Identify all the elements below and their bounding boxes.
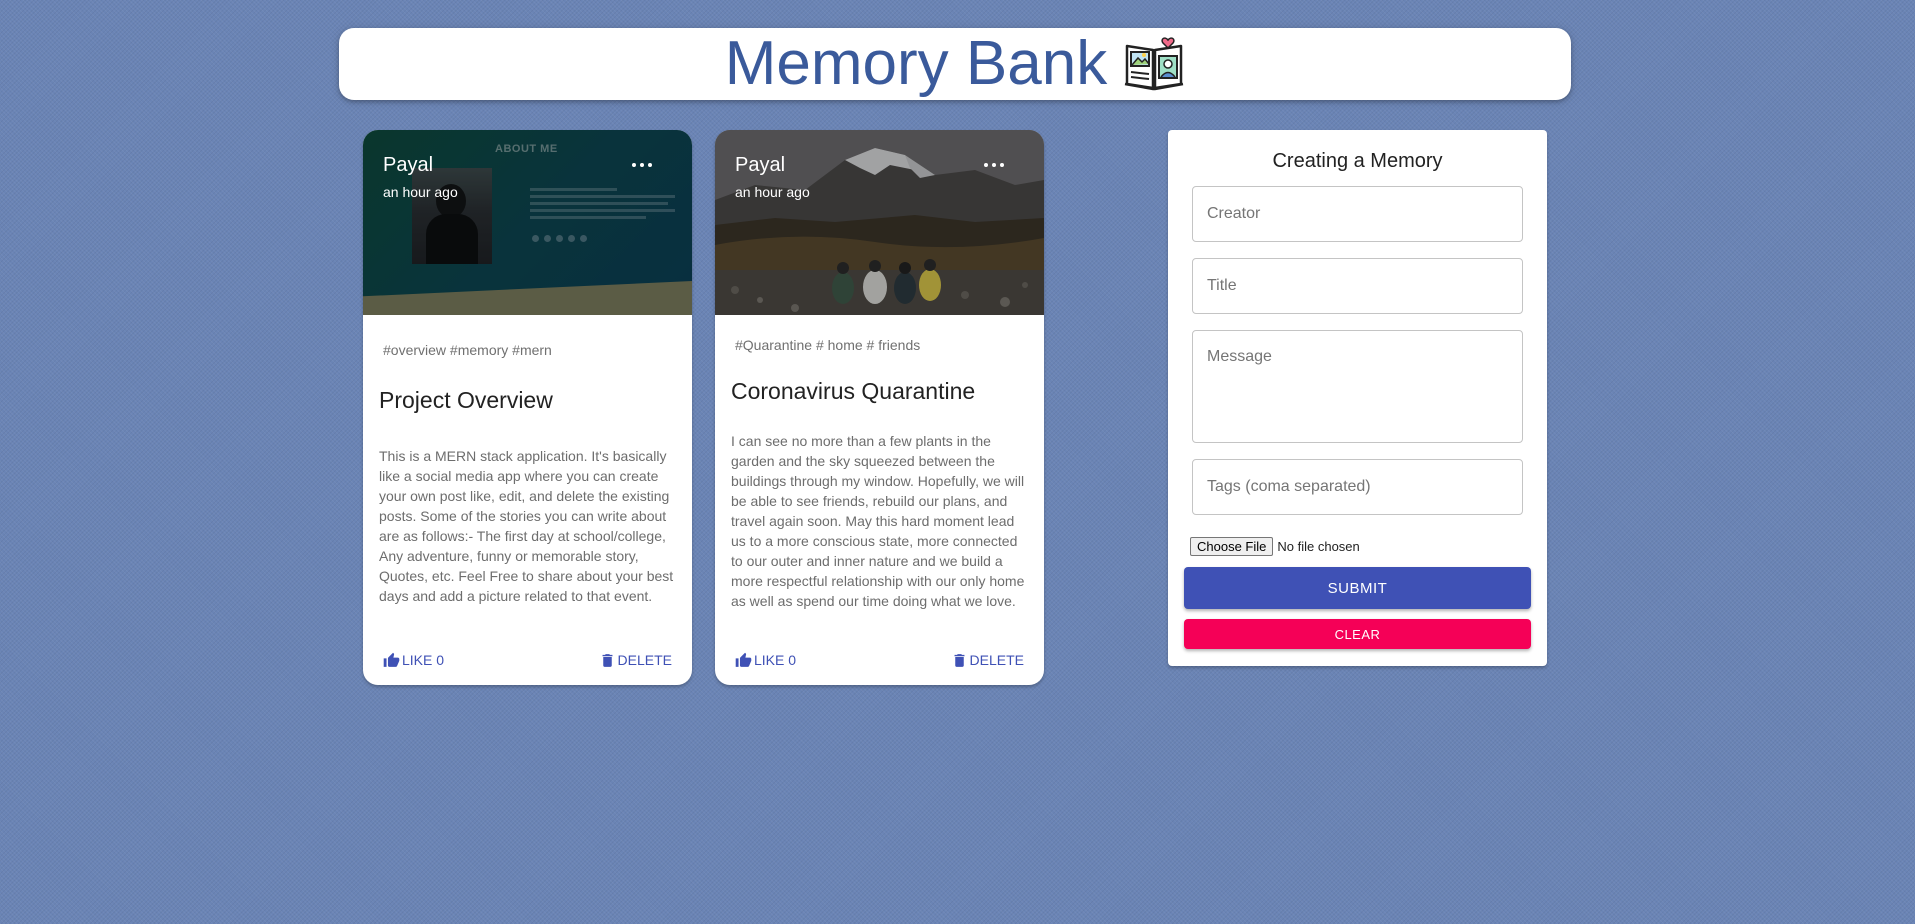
like-button[interactable]: LIKE 0 — [735, 652, 796, 669]
form-heading: Creating a Memory — [1272, 150, 1443, 172]
message-input[interactable] — [1192, 330, 1523, 443]
creator-input[interactable] — [1192, 186, 1523, 242]
delete-button[interactable]: DELETE — [599, 652, 672, 669]
tags-input[interactable] — [1192, 459, 1523, 515]
file-picker: Choose File No file chosen — [1190, 537, 1360, 556]
submit-button[interactable]: SUBMIT — [1184, 567, 1531, 609]
post-actions: LIKE 0 DELETE — [735, 650, 1024, 670]
post-card: Payal an hour ago #Quarantine # home # f… — [715, 130, 1044, 685]
more-options-icon[interactable] — [984, 160, 1004, 170]
trash-icon — [602, 653, 612, 667]
post-card: ABOUT ME Payal an hour ago #overview #me… — [363, 130, 692, 685]
post-image: Payal an hour ago — [715, 130, 1044, 315]
memory-book-icon — [1124, 37, 1184, 91]
post-actions: LIKE 0 DELETE — [383, 650, 672, 670]
more-options-icon[interactable] — [632, 160, 652, 170]
app-bar: Memory Bank — [339, 28, 1571, 100]
clear-button[interactable]: CLEAR — [1184, 619, 1531, 649]
choose-file-button[interactable]: Choose File — [1190, 537, 1274, 556]
post-tags: #Quarantine # home # friends — [735, 337, 921, 353]
trash-icon — [954, 653, 964, 667]
post-tags: #overview #memory #mern — [383, 342, 552, 358]
like-button[interactable]: LIKE 0 — [383, 652, 444, 669]
post-title: Project Overview — [379, 387, 553, 413]
delete-label: DELETE — [617, 652, 672, 668]
file-status: No file chosen — [1277, 539, 1360, 554]
like-label: LIKE — [754, 652, 785, 668]
memory-form: Creating a Memory Choose File No file ch… — [1168, 130, 1547, 666]
title-input[interactable] — [1192, 258, 1523, 314]
post-time: an hour ago — [735, 184, 810, 200]
delete-label: DELETE — [969, 652, 1024, 668]
post-creator: Payal — [383, 154, 434, 176]
post-image: ABOUT ME Payal an hour ago — [363, 130, 692, 315]
like-label: LIKE — [402, 652, 433, 668]
thumb-up-icon — [383, 652, 400, 667]
like-count: 0 — [788, 652, 797, 668]
post-time: an hour ago — [383, 184, 458, 200]
post-message: I can see no more than a few plants in t… — [731, 433, 1025, 609]
post-message: This is a MERN stack application. It's b… — [379, 448, 674, 604]
app-title: Memory Bank — [724, 29, 1108, 98]
post-title: Coronavirus Quarantine — [731, 378, 976, 404]
post-creator: Payal — [735, 154, 786, 176]
like-count: 0 — [436, 652, 445, 668]
thumb-up-icon — [735, 652, 752, 667]
delete-button[interactable]: DELETE — [951, 652, 1024, 669]
